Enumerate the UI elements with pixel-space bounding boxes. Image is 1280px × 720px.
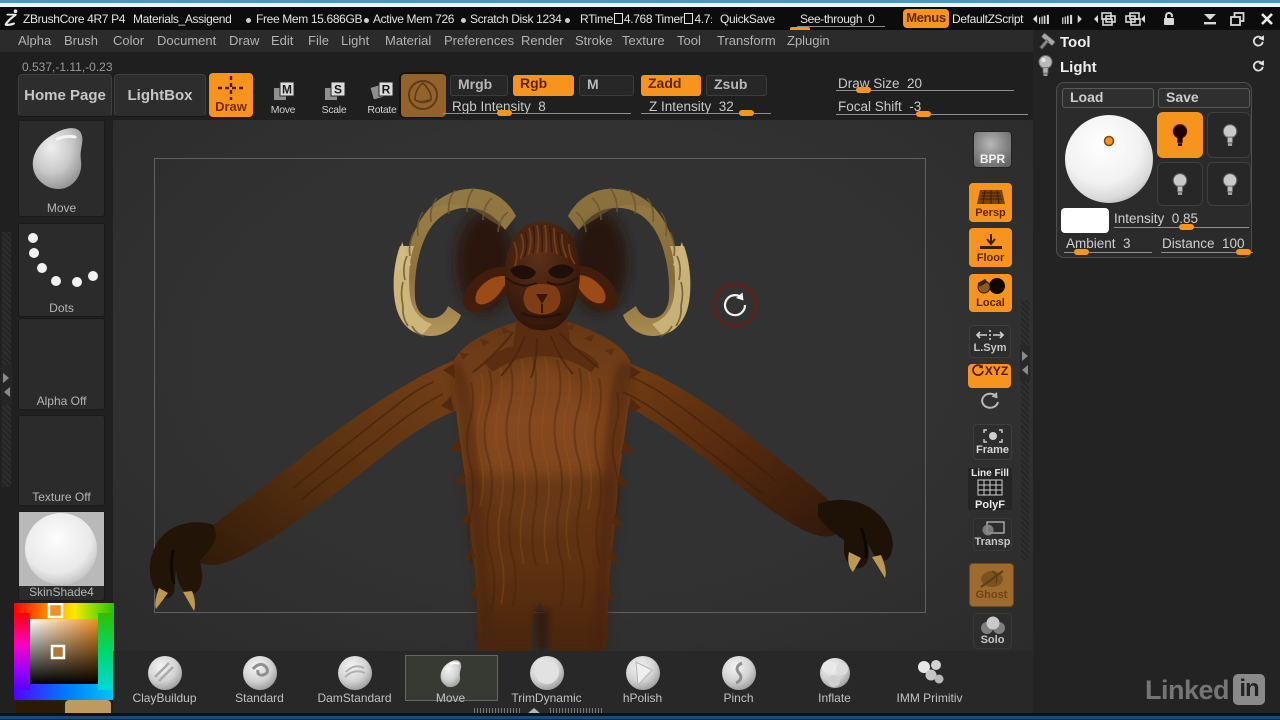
svg-text:R: R (382, 83, 391, 97)
svg-text:S: S (334, 83, 342, 97)
svg-text:M: M (282, 83, 292, 97)
